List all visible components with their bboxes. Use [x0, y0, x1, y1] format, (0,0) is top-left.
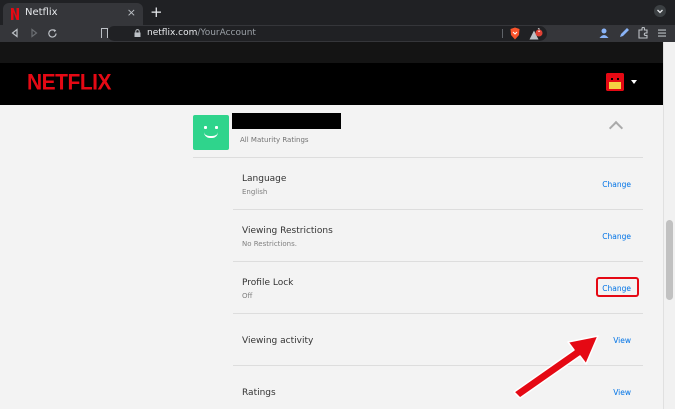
avatar-smile	[204, 132, 218, 138]
pen-extension-icon[interactable]	[618, 27, 630, 39]
setting-value: No Restrictions.	[242, 240, 297, 248]
url-host: netflix.com	[147, 28, 198, 38]
netflix-favicon-icon	[11, 8, 19, 20]
scrollbar-thumb[interactable]	[666, 220, 673, 300]
change-restrictions-link[interactable]: Change	[602, 232, 631, 241]
view-activity-link[interactable]: View	[613, 336, 631, 345]
reload-icon[interactable]	[47, 28, 58, 39]
annotation-highlight-box	[596, 277, 639, 297]
maturity-rating: All Maturity Ratings	[240, 136, 309, 144]
bookmark-icon[interactable]	[101, 28, 108, 38]
netflix-header: NETFLIX	[0, 63, 663, 105]
rewards-triangle-icon	[529, 29, 543, 40]
new-tab-button[interactable]: +	[150, 3, 163, 21]
avatar-eye-right	[215, 126, 218, 129]
brave-rewards-icon[interactable]: 1	[529, 27, 543, 40]
address-bar[interactable]: netflix.com/YourAccount 1	[101, 26, 547, 41]
avatar-face-icon	[606, 73, 624, 91]
url-path: /YourAccount	[197, 28, 256, 38]
tab-search-icon[interactable]	[653, 4, 667, 18]
avatar-eye-left	[204, 126, 207, 129]
profile-row[interactable]: All Maturity Ratings	[193, 105, 643, 158]
tab-title: Netflix	[25, 7, 58, 18]
browser-tab-strip: Netflix × +	[0, 0, 675, 25]
setting-value: Off	[242, 292, 253, 300]
brave-shield-icon[interactable]	[509, 27, 521, 40]
forward-icon[interactable]	[29, 28, 39, 38]
setting-profile-lock: Profile Lock Off Change	[233, 262, 643, 314]
omnibox-divider	[502, 29, 503, 38]
netflix-logo[interactable]: NETFLIX	[27, 70, 112, 95]
browser-toolbar: netflix.com/YourAccount 1	[0, 25, 675, 42]
view-ratings-link[interactable]: View	[613, 388, 631, 397]
rewards-badge: 1	[537, 28, 541, 34]
account-avatar[interactable]	[606, 73, 624, 91]
url-text[interactable]: netflix.com/YourAccount	[147, 27, 256, 40]
setting-label: Profile Lock	[242, 278, 294, 288]
tab-close-button[interactable]: ×	[127, 6, 136, 19]
setting-language: Language English Change	[233, 158, 643, 210]
profile-avatar	[193, 115, 229, 150]
annotation-arrow-icon	[513, 335, 599, 399]
chevron-up-icon[interactable]	[608, 120, 624, 136]
change-language-link[interactable]: Change	[602, 180, 631, 189]
header-top-band	[0, 42, 663, 63]
profile-extension-icon[interactable]	[598, 27, 610, 39]
setting-label: Viewing Restrictions	[242, 226, 333, 236]
page-scrollbar[interactable]	[663, 42, 675, 409]
setting-label: Viewing activity	[242, 336, 314, 346]
lock-icon[interactable]	[134, 29, 141, 37]
page-content: NETFLIX All Maturity Ratings Language En…	[0, 42, 663, 409]
setting-label: Ratings	[242, 388, 276, 398]
puzzle-icon[interactable]	[637, 27, 649, 39]
setting-label: Language	[242, 174, 287, 184]
back-icon[interactable]	[10, 28, 20, 38]
caret-down-icon[interactable]	[631, 80, 637, 84]
setting-value: English	[242, 188, 268, 196]
browser-tab[interactable]: Netflix ×	[3, 3, 143, 25]
redacted-profile-name	[232, 113, 341, 129]
menu-icon[interactable]	[656, 27, 668, 39]
setting-viewing-restrictions: Viewing Restrictions No Restrictions. Ch…	[233, 210, 643, 262]
